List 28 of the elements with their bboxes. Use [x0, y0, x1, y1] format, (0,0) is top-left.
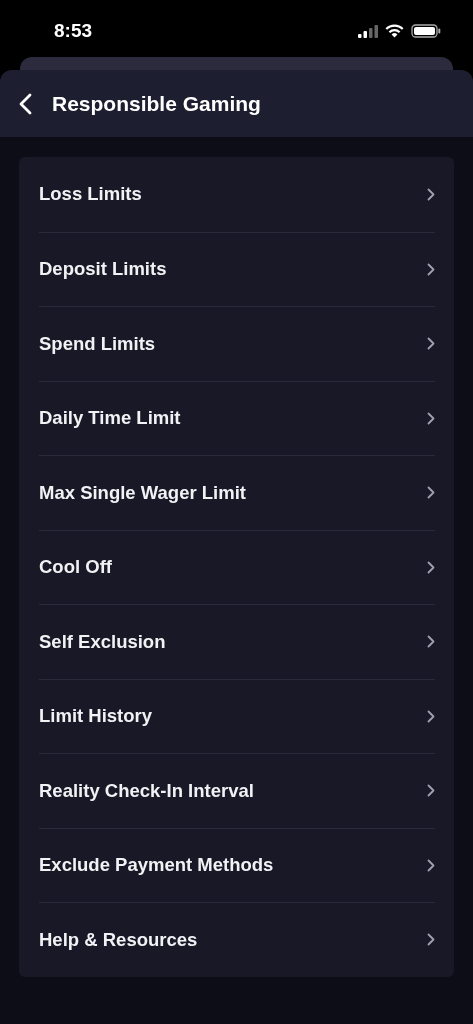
- chevron-icon: [427, 486, 435, 500]
- battery-icon: [411, 24, 441, 38]
- menu-item[interactable]: Deposit Limits: [39, 258, 167, 281]
- chevron-icon: [427, 560, 435, 574]
- status-time: 8:53: [54, 20, 93, 42]
- chevron-icon: [427, 411, 435, 425]
- menu-item[interactable]: Spend Limits: [39, 332, 156, 355]
- wifi-icon: [385, 24, 404, 38]
- chevron-icon: [427, 262, 435, 276]
- chevron-icon: [427, 635, 435, 649]
- menu-item[interactable]: Max Single Wager Limit: [39, 481, 246, 504]
- chevron-icon: [427, 709, 435, 723]
- menu-item[interactable]: Help & Resources: [39, 928, 198, 951]
- menu-item[interactable]: Self Exclusion: [39, 630, 166, 653]
- signal-icon: [358, 24, 378, 38]
- page-title: Responsible Gaming: [52, 91, 261, 116]
- menu-item[interactable]: Daily Time Limit: [39, 407, 181, 430]
- menu-item[interactable]: Exclude Payment Methods: [39, 854, 274, 877]
- menu-item[interactable]: Loss Limits: [39, 183, 142, 206]
- chevron-icon: [427, 337, 435, 351]
- menu-item[interactable]: Reality Check-In Interval: [39, 779, 254, 802]
- chevron-icon: [427, 784, 435, 798]
- menu-item[interactable]: Limit History: [39, 705, 153, 728]
- chevron-icon: [427, 933, 435, 947]
- menu-item[interactable]: Cool Off: [39, 556, 112, 579]
- back-button[interactable]: [18, 92, 32, 115]
- chevron-icon: [427, 187, 435, 201]
- chevron-icon: [427, 858, 435, 872]
